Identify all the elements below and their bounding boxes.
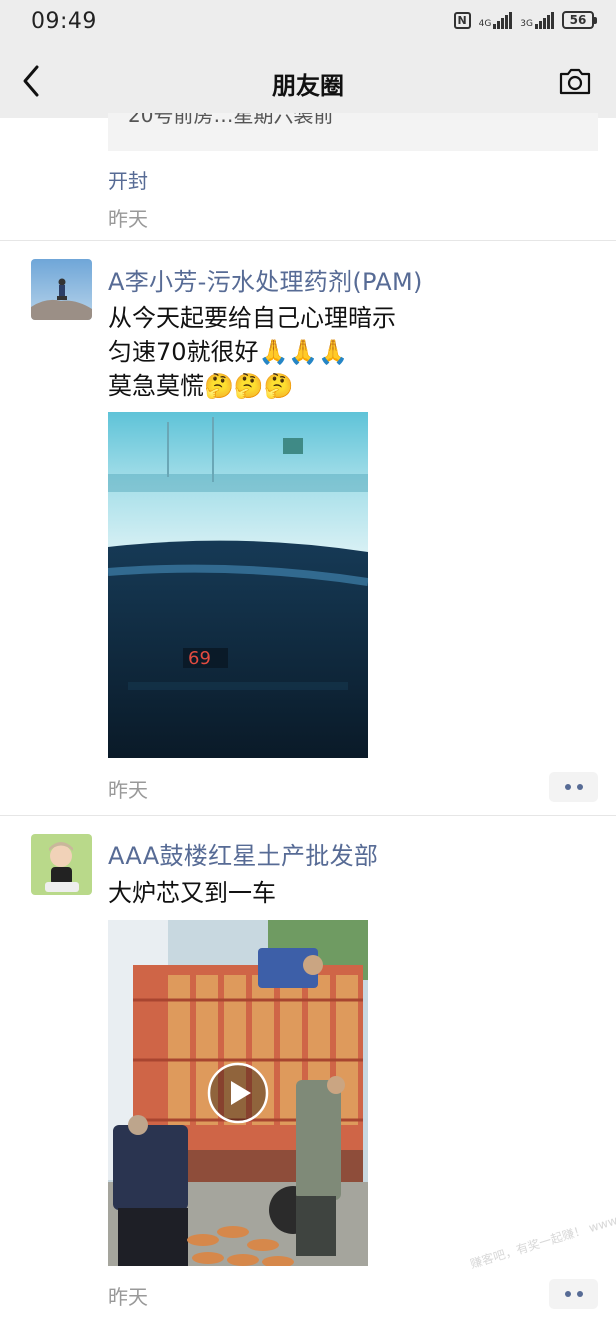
post-time: 昨天 [108,778,148,802]
avatar[interactable] [31,259,92,320]
dot-icon [576,1291,583,1297]
signal-4g-icon: 4G [479,11,513,29]
camera-button[interactable] [558,66,592,96]
post-video[interactable] [108,920,368,1266]
author-name[interactable]: A李小芳-污水处理药剂(PAM) [108,262,423,297]
shared-link-card[interactable]: 20号前房…星期六装前 [108,113,598,151]
nfc-icon: N [453,11,471,29]
dot-icon [564,1291,571,1297]
post-divider [0,240,616,241]
post-text-line: 莫急莫慌🤔🤔🤔 [108,372,294,400]
speed-readout: 69 [188,648,211,669]
watermark: 赚客吧，有奖一起赚！ www.zuanke8.com [468,1188,616,1272]
network-type-1: 4G [478,19,492,29]
post-text-line: 从今天起要给自己心理暗示 [108,304,396,332]
network-type-2: 3G [520,19,533,29]
signal-3g-icon: 3G [520,11,554,29]
post-text-line: 大炉芯又到一车 [108,879,276,907]
nav-bar: 朋友圈 [0,44,616,118]
shared-link-text: 20号前房…星期六装前 [128,113,334,127]
page-title: 朋友圈 [272,72,344,100]
battery-level: 56 [569,13,587,27]
avatar[interactable] [31,834,92,895]
camera-icon [559,68,591,95]
more-actions-button[interactable] [549,772,598,802]
status-icons: N 4G 3G 56 [453,11,597,29]
status-bar: 09:49 N 4G 3G 56 [0,0,616,44]
more-actions-button[interactable] [549,1279,598,1309]
author-name[interactable]: AAA鼓楼红星土产批发部 [108,836,378,871]
post-time: 昨天 [108,1285,148,1309]
battery-icon: 56 [562,11,597,29]
play-button[interactable] [207,1062,269,1124]
post-divider [0,815,616,816]
dot-icon [564,784,571,790]
post-text-line: 匀速70就很好🙏🙏🙏 [108,338,349,366]
status-time: 09:49 [31,9,97,34]
post-image[interactable]: 69 [108,412,368,758]
post-time: 昨天 [108,207,148,231]
dot-icon [576,784,583,790]
post-location[interactable]: 开封 [108,165,148,194]
